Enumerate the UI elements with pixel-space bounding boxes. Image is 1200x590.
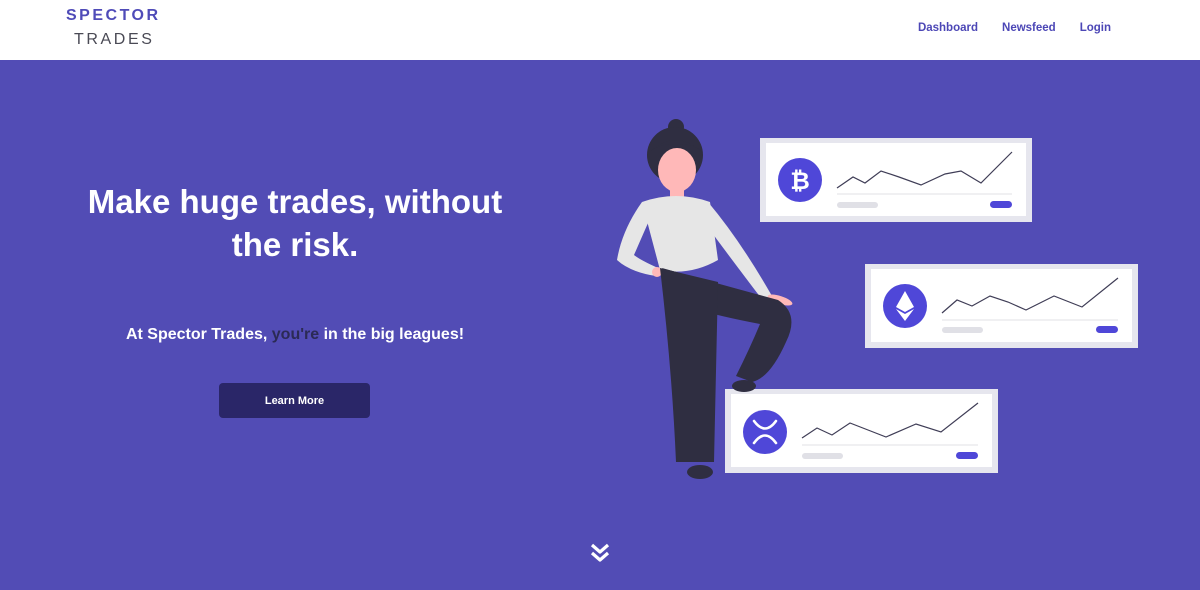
xrp-icon <box>743 410 787 454</box>
hero-headline: Make huge trades, without the risk. <box>87 183 503 263</box>
chart-card-bitcoin: ₿ <box>760 138 1032 222</box>
learn-more-button[interactable]: Learn More <box>219 383 370 418</box>
bitcoin-symbol: ₿ <box>790 167 810 195</box>
hero-subline-accent: you're <box>271 326 320 343</box>
hero-section: Make huge trades, without the risk. At S… <box>0 60 1200 590</box>
chart-card-xrp <box>725 389 998 473</box>
logo-text-trades: TRADES <box>74 31 155 48</box>
nav-link-login[interactable]: Login <box>1080 22 1111 34</box>
logo[interactable]: SPECTOR TRADES <box>66 7 176 53</box>
nav-link-newsfeed[interactable]: Newsfeed <box>1002 22 1056 34</box>
scroll-down-chevron-icon[interactable] <box>589 542 611 564</box>
hero-subline: At Spector Trades, you're in the big lea… <box>60 326 530 344</box>
hero-subline-suffix: in the big leagues! <box>319 326 465 343</box>
hero-illustration: ₿ <box>617 119 1138 479</box>
nav-link-dashboard[interactable]: Dashboard <box>918 22 978 34</box>
hero-subline-prefix: At Spector Trades, <box>125 326 272 343</box>
logo-text-spector: SPECTOR <box>66 7 161 24</box>
navbar: SPECTOR TRADES Dashboard Newsfeed Login <box>0 0 1200 60</box>
nav-links: Dashboard Newsfeed Login <box>918 22 1111 34</box>
chart-card-ethereum <box>865 264 1138 348</box>
